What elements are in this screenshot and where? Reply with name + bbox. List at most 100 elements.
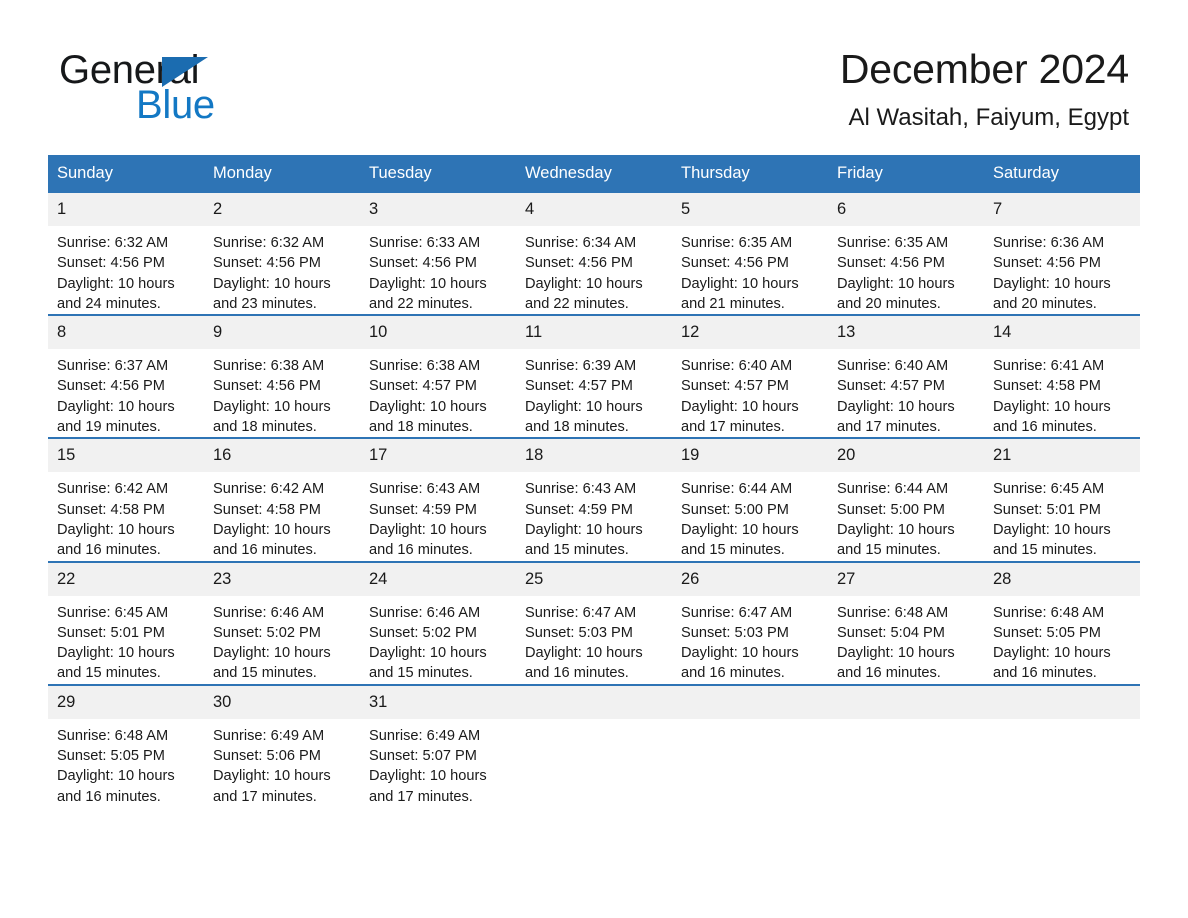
sunrise-text: Sunrise: 6:49 AM — [213, 727, 325, 744]
daylight-text: Daylight: 10 hours and 20 minutes. — [837, 275, 955, 312]
daylight-text: Daylight: 10 hours and 18 minutes. — [213, 398, 331, 436]
daylight-text: Daylight: 10 hours and 15 minutes. — [213, 645, 331, 682]
day-details: Sunrise: 6:32 AM Sunset: 4:56 PM Dayligh… — [48, 226, 204, 314]
calendar-week-row: 22 Sunrise: 6:45 AM Sunset: 5:01 PM Dayl… — [48, 560, 1140, 685]
daylight-text: Daylight: 10 hours and 22 minutes. — [525, 275, 643, 312]
calendar-table: Sunday Monday Tuesday Wednesday Thursday… — [48, 155, 1140, 807]
calendar-day-cell[interactable]: 13 Sunrise: 6:40 AM Sunset: 4:57 PM Dayl… — [828, 314, 984, 439]
sunset-text: Sunset: 4:56 PM — [369, 255, 477, 272]
daylight-text: Daylight: 10 hours and 16 minutes. — [213, 521, 331, 559]
day-details: Sunrise: 6:35 AM Sunset: 4:56 PM Dayligh… — [828, 226, 984, 314]
calendar-week-row: 8 Sunrise: 6:37 AM Sunset: 4:56 PM Dayli… — [48, 314, 1140, 439]
sunrise-text: Sunrise: 6:39 AM — [525, 358, 637, 375]
daylight-text: Daylight: 10 hours and 15 minutes. — [681, 521, 799, 559]
daylight-text: Daylight: 10 hours and 15 minutes. — [993, 521, 1111, 559]
day-details: Sunrise: 6:40 AM Sunset: 4:57 PM Dayligh… — [672, 349, 828, 437]
calendar-day-cell[interactable]: 18 Sunrise: 6:43 AM Sunset: 4:59 PM Dayl… — [516, 437, 672, 562]
calendar-day-cell[interactable]: 1 Sunrise: 6:32 AM Sunset: 4:56 PM Dayli… — [48, 193, 204, 315]
day-details: Sunrise: 6:46 AM Sunset: 5:02 PM Dayligh… — [360, 596, 516, 684]
calendar-day-cell[interactable]: 26 Sunrise: 6:47 AM Sunset: 5:03 PM Dayl… — [672, 560, 828, 685]
sunrise-text: Sunrise: 6:38 AM — [369, 358, 481, 375]
day-number: 1 — [48, 193, 204, 226]
daylight-text: Daylight: 10 hours and 16 minutes. — [57, 768, 175, 805]
day-number: 2 — [204, 193, 360, 226]
daylight-text: Daylight: 10 hours and 16 minutes. — [681, 645, 799, 682]
sunset-text: Sunset: 4:56 PM — [525, 255, 633, 272]
day-number — [984, 685, 1140, 719]
day-details: Sunrise: 6:44 AM Sunset: 5:00 PM Dayligh… — [672, 472, 828, 560]
calendar-day-cell[interactable]: 8 Sunrise: 6:37 AM Sunset: 4:56 PM Dayli… — [48, 314, 204, 439]
calendar-day-cell[interactable]: 21 Sunrise: 6:45 AM Sunset: 5:01 PM Dayl… — [984, 437, 1140, 562]
sunrise-text: Sunrise: 6:38 AM — [213, 358, 325, 375]
calendar-day-cell-empty — [984, 683, 1140, 807]
calendar-day-cell[interactable]: 5 Sunrise: 6:35 AM Sunset: 4:56 PM Dayli… — [672, 193, 828, 315]
calendar-day-cell[interactable]: 19 Sunrise: 6:44 AM Sunset: 5:00 PM Dayl… — [672, 437, 828, 562]
calendar-day-cell[interactable]: 7 Sunrise: 6:36 AM Sunset: 4:56 PM Dayli… — [984, 193, 1140, 315]
day-details: Sunrise: 6:42 AM Sunset: 4:58 PM Dayligh… — [204, 472, 360, 560]
sunset-text: Sunset: 4:59 PM — [369, 501, 477, 518]
sunset-text: Sunset: 4:56 PM — [213, 255, 321, 272]
calendar-day-cell[interactable]: 20 Sunrise: 6:44 AM Sunset: 5:00 PM Dayl… — [828, 437, 984, 562]
sunset-text: Sunset: 4:58 PM — [993, 378, 1101, 395]
page-header: General Blue December 2024 Al Wasitah, F… — [48, 0, 1140, 155]
calendar-day-cell[interactable]: 9 Sunrise: 6:38 AM Sunset: 4:56 PM Dayli… — [204, 314, 360, 439]
daylight-text: Daylight: 10 hours and 22 minutes. — [369, 275, 487, 312]
calendar-day-cell[interactable]: 4 Sunrise: 6:34 AM Sunset: 4:56 PM Dayli… — [516, 193, 672, 315]
calendar-day-cell[interactable]: 11 Sunrise: 6:39 AM Sunset: 4:57 PM Dayl… — [516, 314, 672, 439]
calendar-day-cell[interactable]: 10 Sunrise: 6:38 AM Sunset: 4:57 PM Dayl… — [360, 314, 516, 439]
calendar-day-cell-empty — [828, 683, 984, 807]
day-number: 30 — [204, 685, 360, 719]
calendar-day-cell[interactable]: 23 Sunrise: 6:46 AM Sunset: 5:02 PM Dayl… — [204, 560, 360, 685]
sunrise-text: Sunrise: 6:48 AM — [837, 604, 949, 621]
sunrise-text: Sunrise: 6:32 AM — [213, 235, 325, 251]
calendar-day-cell[interactable]: 22 Sunrise: 6:45 AM Sunset: 5:01 PM Dayl… — [48, 560, 204, 685]
sunset-text: Sunset: 4:59 PM — [525, 501, 633, 518]
sunset-text: Sunset: 5:02 PM — [369, 624, 477, 641]
calendar-day-cell[interactable]: 30 Sunrise: 6:49 AM Sunset: 5:06 PM Dayl… — [204, 683, 360, 807]
sunrise-text: Sunrise: 6:43 AM — [525, 481, 637, 498]
weekday-header-monday: Monday — [204, 155, 360, 193]
sunrise-text: Sunrise: 6:37 AM — [57, 358, 169, 375]
daylight-text: Daylight: 10 hours and 16 minutes. — [57, 521, 175, 559]
page-subtitle: Al Wasitah, Faiyum, Egypt — [848, 104, 1129, 131]
sunrise-text: Sunrise: 6:47 AM — [525, 604, 637, 621]
calendar-day-cell[interactable]: 12 Sunrise: 6:40 AM Sunset: 4:57 PM Dayl… — [672, 314, 828, 439]
sunset-text: Sunset: 4:57 PM — [837, 378, 945, 395]
logo-text-blue: Blue — [136, 83, 215, 127]
calendar-week-row: 29 Sunrise: 6:48 AM Sunset: 5:05 PM Dayl… — [48, 683, 1140, 807]
calendar-day-cell[interactable]: 25 Sunrise: 6:47 AM Sunset: 5:03 PM Dayl… — [516, 560, 672, 685]
daylight-text: Daylight: 10 hours and 18 minutes. — [369, 398, 487, 436]
day-number — [516, 685, 672, 719]
sunrise-text: Sunrise: 6:44 AM — [681, 481, 793, 498]
sunset-text: Sunset: 5:01 PM — [57, 624, 165, 641]
calendar-day-cell[interactable]: 6 Sunrise: 6:35 AM Sunset: 4:56 PM Dayli… — [828, 193, 984, 315]
sunrise-text: Sunrise: 6:48 AM — [57, 727, 169, 744]
day-details: Sunrise: 6:36 AM Sunset: 4:56 PM Dayligh… — [984, 226, 1140, 314]
calendar-day-cell[interactable]: 24 Sunrise: 6:46 AM Sunset: 5:02 PM Dayl… — [360, 560, 516, 685]
calendar-day-cell[interactable]: 16 Sunrise: 6:42 AM Sunset: 4:58 PM Dayl… — [204, 437, 360, 562]
daylight-text: Daylight: 10 hours and 16 minutes. — [837, 645, 955, 682]
calendar-day-cell[interactable]: 29 Sunrise: 6:48 AM Sunset: 5:05 PM Dayl… — [48, 683, 204, 807]
calendar-day-cell[interactable]: 27 Sunrise: 6:48 AM Sunset: 5:04 PM Dayl… — [828, 560, 984, 685]
day-details: Sunrise: 6:38 AM Sunset: 4:57 PM Dayligh… — [360, 349, 516, 437]
daylight-text: Daylight: 10 hours and 15 minutes. — [369, 645, 487, 682]
calendar-day-cell[interactable]: 2 Sunrise: 6:32 AM Sunset: 4:56 PM Dayli… — [204, 193, 360, 315]
calendar-day-cell[interactable]: 28 Sunrise: 6:48 AM Sunset: 5:05 PM Dayl… — [984, 560, 1140, 685]
calendar-day-cell[interactable]: 31 Sunrise: 6:49 AM Sunset: 5:07 PM Dayl… — [360, 683, 516, 807]
daylight-text: Daylight: 10 hours and 16 minutes. — [993, 398, 1111, 436]
day-details: Sunrise: 6:37 AM Sunset: 4:56 PM Dayligh… — [48, 349, 204, 437]
calendar-day-cell[interactable]: 15 Sunrise: 6:42 AM Sunset: 4:58 PM Dayl… — [48, 437, 204, 562]
sunrise-text: Sunrise: 6:41 AM — [993, 358, 1105, 375]
calendar-day-cell[interactable]: 17 Sunrise: 6:43 AM Sunset: 4:59 PM Dayl… — [360, 437, 516, 562]
day-details: Sunrise: 6:48 AM Sunset: 5:05 PM Dayligh… — [48, 719, 204, 807]
daylight-text: Daylight: 10 hours and 17 minutes. — [213, 768, 331, 805]
day-number: 26 — [672, 562, 828, 596]
day-details: Sunrise: 6:46 AM Sunset: 5:02 PM Dayligh… — [204, 596, 360, 684]
day-details: Sunrise: 6:47 AM Sunset: 5:03 PM Dayligh… — [516, 596, 672, 684]
sunset-text: Sunset: 4:58 PM — [57, 501, 165, 518]
daylight-text: Daylight: 10 hours and 17 minutes. — [681, 398, 799, 436]
calendar-day-cell[interactable]: 3 Sunrise: 6:33 AM Sunset: 4:56 PM Dayli… — [360, 193, 516, 315]
calendar-day-cell[interactable]: 14 Sunrise: 6:41 AM Sunset: 4:58 PM Dayl… — [984, 314, 1140, 439]
day-details: Sunrise: 6:49 AM Sunset: 5:06 PM Dayligh… — [204, 719, 360, 807]
sunrise-text: Sunrise: 6:32 AM — [57, 235, 169, 251]
